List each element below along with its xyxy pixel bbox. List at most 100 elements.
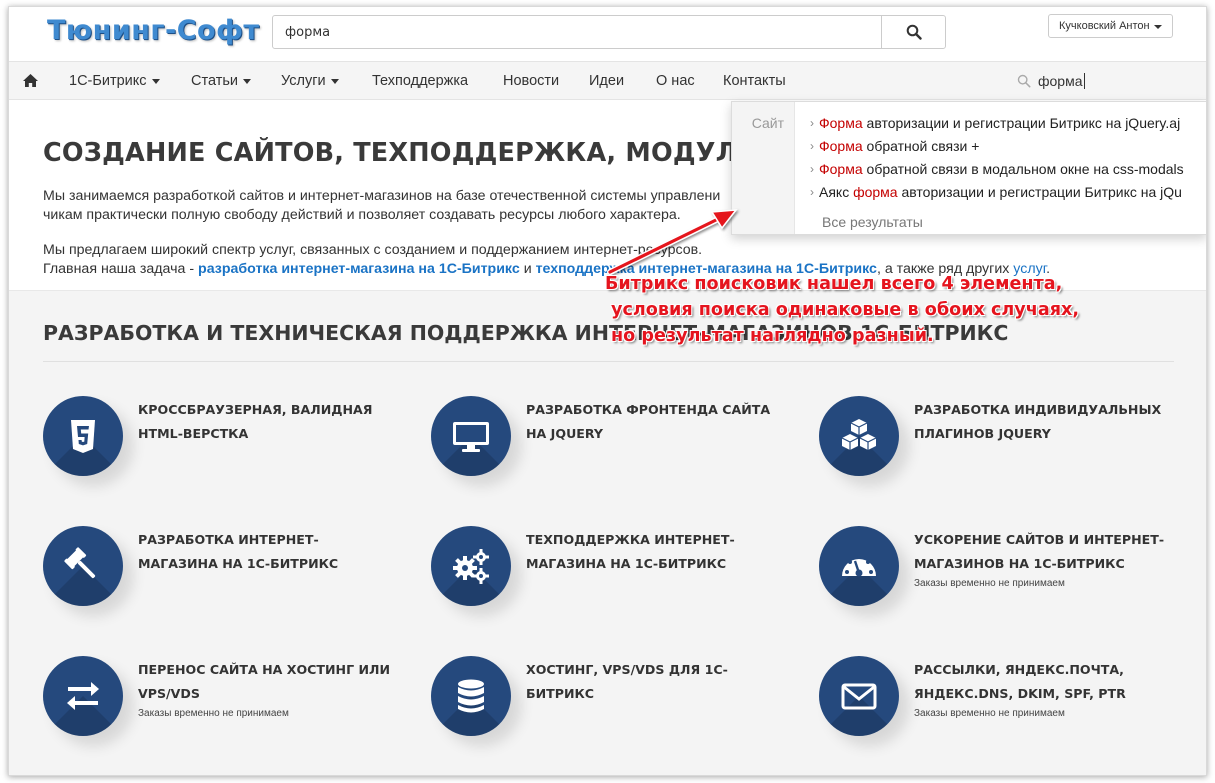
search-result-item[interactable]: › Форма обратной связи +: [810, 138, 979, 154]
nav-item-label: Новости: [503, 72, 560, 89]
services-section: РАЗРАБОТКА И ТЕХНИЧЕСКАЯ ПОДДЕРЖКА ИНТЕР…: [9, 290, 1206, 775]
link-shop-development[interactable]: разработка интернет-магазина на 1С-Битри…: [198, 261, 520, 277]
service-item[interactable]: Разработка интернет-магазина на 1С-Битри…: [43, 526, 423, 636]
hero-paragraph-1: Мы занимаемся разработкой сайтов и интер…: [43, 187, 720, 225]
service-title: Кроссбраузерная, валидная HTML-верстка: [138, 402, 373, 441]
nav-item-bitrix[interactable]: 1С-Битрикс: [69, 62, 160, 99]
nav-item-support[interactable]: Техподдержка: [372, 62, 468, 99]
search-icon: [1017, 74, 1031, 88]
chevron-right-icon: ›: [810, 162, 814, 176]
nav-item-label: О нас: [656, 72, 695, 89]
main-nav: 1С-Битрикс Статьи Услуги Техподдержка Но…: [9, 61, 1206, 100]
service-item[interactable]: Техподдержка интернет-магазина на 1С-Бит…: [431, 526, 811, 636]
nav-item-news[interactable]: Новости: [503, 62, 559, 99]
nav-search-input[interactable]: форма: [1038, 73, 1085, 89]
search-result-item[interactable]: › Форма авторизации и регистрации Битрик…: [810, 115, 1180, 131]
nav-item-about[interactable]: О нас: [656, 62, 695, 99]
nav-item-services[interactable]: Услуги: [281, 62, 339, 99]
exchange-icon: [67, 682, 99, 710]
chevron-down-icon: [151, 78, 160, 84]
service-item[interactable]: Перенос сайта на хостинг или VPS/VDS Зак…: [43, 656, 423, 766]
service-item[interactable]: Ускорение сайтов и интернет-магазинов на…: [819, 526, 1199, 636]
user-menu-button[interactable]: Кучковский Антон: [1048, 14, 1173, 38]
header-search-button[interactable]: [881, 16, 945, 48]
service-icon-circle: [43, 656, 123, 736]
nav-item-label: 1С-Битрикс: [69, 72, 147, 89]
monitor-icon: [453, 422, 489, 452]
search-icon: [906, 24, 922, 40]
nav-item-label: Статьи: [191, 72, 238, 89]
gavel-icon: [64, 547, 96, 579]
cubes-icon: [841, 419, 877, 450]
service-item[interactable]: Разработка индивидуальных плагинов jQuer…: [819, 396, 1199, 506]
html5-icon: [71, 420, 95, 453]
chevron-down-icon: [330, 78, 339, 84]
service-icon-circle: [43, 396, 123, 476]
gears-icon: [453, 549, 489, 584]
result-text: авторизации и регистрации Битрикс на jQu…: [862, 115, 1181, 131]
service-title: Рассылки, Яндекс.Почта, Яндекс.DNS, DKIM…: [914, 662, 1126, 701]
chevron-right-icon: ›: [810, 116, 814, 130]
nav-item-ideas[interactable]: Идеи: [589, 62, 624, 99]
user-name: Кучковский Антон: [1059, 20, 1150, 32]
browser-page: Тюнинг-Софт Кучковский Антон 1С-Битрикс: [8, 6, 1207, 776]
service-title: Разработка фронтенда сайта на jQuery: [526, 402, 771, 441]
chevron-down-icon: [1153, 24, 1162, 29]
result-highlight: Форма: [819, 115, 863, 131]
annotation-line: условия поиска одинаковые в обоих случая…: [611, 300, 1080, 320]
hero-text: Мы предлагаем широкий спектр услуг, связ…: [43, 242, 703, 258]
nav-item-label: Контакты: [723, 72, 786, 89]
service-note: Заказы временно не принимаем: [914, 578, 1065, 589]
search-result-item[interactable]: › Аякс форма авторизации и регистрации Б…: [810, 184, 1182, 200]
result-highlight: Форма: [819, 161, 863, 177]
annotation-text: Битрикс поисковик нашел всего 4 элемента…: [605, 271, 1079, 349]
page-title: СОЗДАНИЕ САЙТОВ, ТЕХПОДДЕРЖКА, МОДУЛИ 1С: [43, 138, 805, 168]
home-icon: [23, 74, 38, 87]
service-item[interactable]: Хостинг, VPS/VDS для 1С-Битрикс: [431, 656, 811, 766]
results-category: Сайт: [732, 102, 795, 234]
nav-home[interactable]: [23, 62, 38, 99]
nav-item-label: Услуги: [281, 72, 326, 89]
service-icon-circle: [431, 396, 511, 476]
result-highlight: Форма: [819, 138, 863, 154]
service-item[interactable]: Разработка фронтенда сайта на jQuery: [431, 396, 811, 506]
search-result-item[interactable]: › Форма обратной связи в модальном окне …: [810, 161, 1184, 177]
service-item[interactable]: Рассылки, Яндекс.Почта, Яндекс.DNS, DKIM…: [819, 656, 1199, 766]
service-title: Хостинг, VPS/VDS для 1С-Битрикс: [526, 662, 728, 701]
service-item[interactable]: Кроссбраузерная, валидная HTML-верстка: [43, 396, 423, 506]
result-highlight: форма: [853, 184, 898, 200]
service-title: Ускорение сайтов и интернет-магазинов на…: [914, 532, 1165, 571]
service-note: Заказы временно не принимаем: [138, 708, 289, 719]
service-icon-circle: [819, 656, 899, 736]
chevron-right-icon: ›: [810, 139, 814, 153]
service-icon-circle: [819, 396, 899, 476]
hero-text: чикам практически полную свободу действи…: [43, 207, 681, 223]
hero-text: Главная наша задача -: [43, 261, 199, 277]
service-icon-circle: [43, 526, 123, 606]
nav-item-label: Идеи: [589, 72, 625, 89]
service-title: Техподдержка интернет-магазина на 1С-Бит…: [526, 532, 735, 571]
header: Тюнинг-Софт Кучковский Антон: [9, 7, 1206, 61]
service-title: Разработка интернет-магазина на 1С-Битри…: [138, 532, 339, 571]
result-text: Аякс: [819, 184, 854, 200]
envelope-icon: [841, 683, 877, 710]
header-search: [272, 15, 946, 49]
all-results-link[interactable]: Все результаты: [822, 214, 923, 230]
nav-item-contacts[interactable]: Контакты: [723, 62, 786, 99]
service-note: Заказы временно не принимаем: [914, 708, 1065, 719]
service-icon-circle: [819, 526, 899, 606]
service-icon-circle: [431, 526, 511, 606]
header-search-input[interactable]: [273, 16, 881, 48]
divider: [43, 361, 1174, 362]
hero-text: Мы занимаемся разработкой сайтов и интер…: [43, 188, 721, 204]
service-title: Разработка индивидуальных плагинов jQuer…: [914, 402, 1162, 441]
chevron-down-icon: [243, 78, 251, 84]
service-title: Перенос сайта на хостинг или VPS/VDS: [138, 662, 391, 701]
site-logo[interactable]: Тюнинг-Софт: [47, 15, 260, 46]
service-icon-circle: [431, 656, 511, 736]
nav-item-articles[interactable]: Статьи: [191, 62, 251, 99]
result-text: обратной связи в модальном окне на css-m…: [862, 161, 1184, 177]
nav-search[interactable]: форма: [1017, 68, 1085, 94]
annotation-line: но результат наглядно разный.: [611, 326, 934, 346]
speedometer-icon: [842, 555, 876, 577]
